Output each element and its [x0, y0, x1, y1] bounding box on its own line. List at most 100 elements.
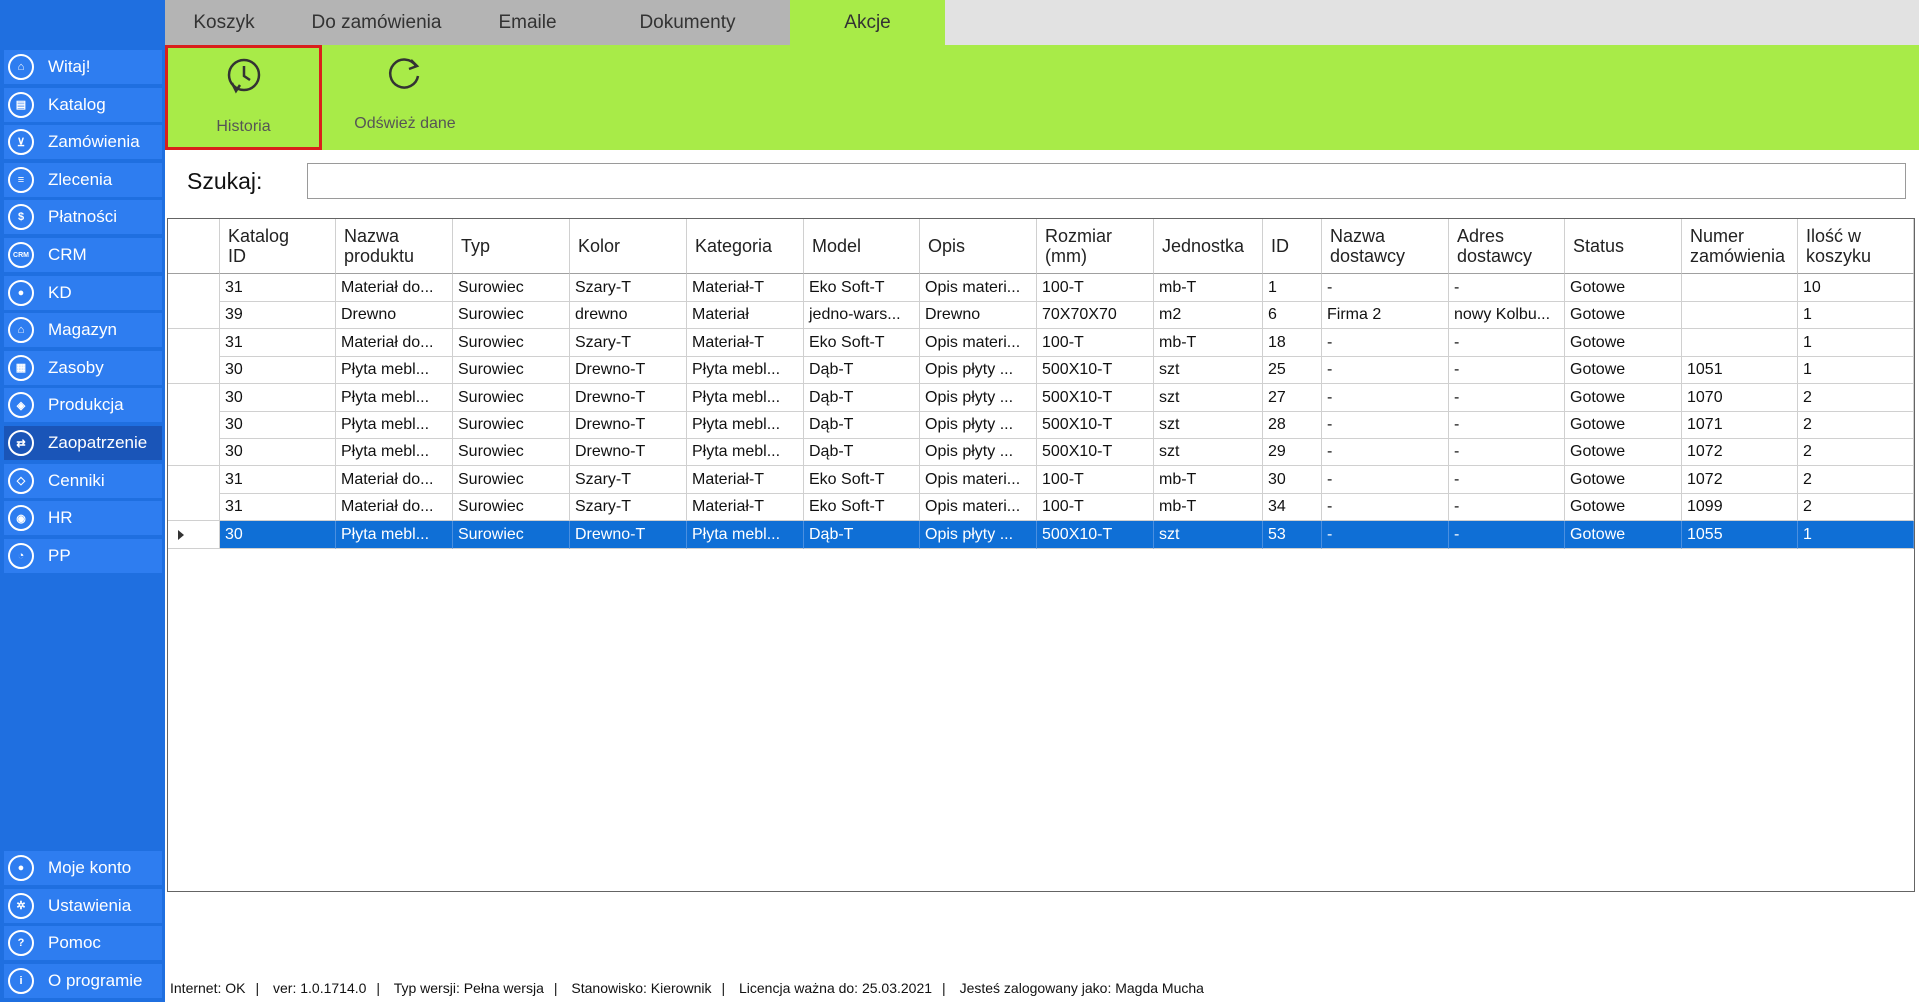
- table-cell[interactable]: 29: [1263, 438, 1322, 467]
- table-cell[interactable]: szt: [1154, 356, 1263, 385]
- row-header[interactable]: [168, 493, 220, 522]
- column-header[interactable]: Rozmiar (mm): [1037, 219, 1154, 274]
- column-header[interactable]: Jednostka: [1154, 219, 1263, 274]
- table-cell[interactable]: -: [1449, 438, 1565, 467]
- tab-emaile[interactable]: Emaile: [470, 0, 585, 45]
- table-cell[interactable]: Dąb-T: [804, 411, 920, 439]
- table-cell[interactable]: 39: [220, 301, 336, 330]
- table-cell[interactable]: Opis materi...: [920, 328, 1037, 357]
- table-cell[interactable]: 1: [1798, 328, 1914, 357]
- historia-button[interactable]: Historia: [165, 45, 322, 150]
- table-cell[interactable]: 31: [220, 328, 336, 357]
- table-cell[interactable]: 1: [1798, 356, 1914, 385]
- tab-koszyk[interactable]: Koszyk: [165, 0, 283, 45]
- table-cell[interactable]: Surowiec: [453, 356, 570, 385]
- table-cell[interactable]: szt: [1154, 520, 1263, 549]
- table-row[interactable]: 31 Materiał do... Surowiec Szary-T Materiał-…: [168, 274, 1914, 302]
- table-cell[interactable]: Dąb-T: [804, 438, 920, 467]
- table-cell[interactable]: mb-T: [1154, 328, 1263, 357]
- sidebar-item-pp[interactable]: ◔ PP: [4, 538, 162, 573]
- table-cell[interactable]: Surowiec: [453, 438, 570, 467]
- table-cell[interactable]: 28: [1263, 411, 1322, 439]
- table-cell[interactable]: -: [1322, 274, 1449, 302]
- table-cell[interactable]: 500X10-T: [1037, 438, 1154, 467]
- table-cell[interactable]: Surowiec: [453, 383, 570, 412]
- odswiez-dane-button[interactable]: Odśwież dane: [330, 45, 480, 150]
- tab-akcje[interactable]: Akcje: [790, 0, 945, 45]
- sidebar-item-gear[interactable]: ✲ Ustawienia: [4, 888, 162, 923]
- table-cell[interactable]: 30: [220, 438, 336, 467]
- table-cell[interactable]: szt: [1154, 438, 1263, 467]
- table-cell[interactable]: Opis materi...: [920, 493, 1037, 522]
- table-cell[interactable]: Gotowe: [1565, 438, 1682, 467]
- column-header[interactable]: Kolor: [570, 219, 687, 274]
- table-cell[interactable]: Opis materi...: [920, 274, 1037, 302]
- column-header[interactable]: Adres dostawcy: [1449, 219, 1565, 274]
- table-cell[interactable]: 100-T: [1037, 493, 1154, 522]
- table-cell[interactable]: Płyta mebl...: [336, 520, 453, 549]
- table-cell[interactable]: Dąb-T: [804, 520, 920, 549]
- sidebar-item-hr[interactable]: ◉ HR: [4, 501, 162, 536]
- table-cell[interactable]: Eko Soft-T: [804, 328, 920, 357]
- table-cell[interactable]: 30: [1263, 465, 1322, 494]
- row-header[interactable]: [168, 383, 220, 412]
- table-cell[interactable]: 6: [1263, 301, 1322, 330]
- sidebar-item-info[interactable]: i O programie: [4, 963, 162, 998]
- column-header[interactable]: Nazwa dostawcy: [1322, 219, 1449, 274]
- sidebar-item-production[interactable]: ◈ Produkcja: [4, 388, 162, 423]
- table-cell[interactable]: -: [1449, 356, 1565, 385]
- table-cell[interactable]: mb-T: [1154, 274, 1263, 302]
- row-header[interactable]: [168, 520, 220, 549]
- table-cell[interactable]: [1682, 328, 1798, 357]
- table-cell[interactable]: Gotowe: [1565, 274, 1682, 302]
- table-cell[interactable]: 1055: [1682, 520, 1798, 549]
- tab-do-zam-wienia[interactable]: Do zamówienia: [283, 0, 470, 45]
- table-cell[interactable]: 1: [1798, 301, 1914, 330]
- table-cell[interactable]: Eko Soft-T: [804, 274, 920, 302]
- table-cell[interactable]: Eko Soft-T: [804, 493, 920, 522]
- column-header[interactable]: Numer zamówienia: [1682, 219, 1798, 274]
- table-cell[interactable]: Szary-T: [570, 465, 687, 494]
- table-cell[interactable]: Dąb-T: [804, 356, 920, 385]
- table-cell[interactable]: Opis płyty ...: [920, 438, 1037, 467]
- table-cell[interactable]: 18: [1263, 328, 1322, 357]
- table-cell[interactable]: Gotowe: [1565, 356, 1682, 385]
- table-cell[interactable]: 1070: [1682, 383, 1798, 412]
- table-cell[interactable]: Szary-T: [570, 328, 687, 357]
- table-cell[interactable]: 30: [220, 411, 336, 439]
- table-cell[interactable]: Materiał: [687, 301, 804, 330]
- table-cell[interactable]: m2: [1154, 301, 1263, 330]
- table-row[interactable]: 30 Płyta mebl... Surowiec Drewno-T Płyta meb…: [168, 411, 1914, 439]
- row-header[interactable]: [168, 301, 220, 330]
- sidebar-item-help[interactable]: ? Pomoc: [4, 926, 162, 961]
- table-cell[interactable]: [1682, 274, 1798, 302]
- table-cell[interactable]: drewno: [570, 301, 687, 330]
- table-cell[interactable]: Płyta mebl...: [687, 411, 804, 439]
- table-cell[interactable]: szt: [1154, 383, 1263, 412]
- table-cell[interactable]: 2: [1798, 493, 1914, 522]
- table-cell[interactable]: Surowiec: [453, 328, 570, 357]
- table-cell[interactable]: 100-T: [1037, 465, 1154, 494]
- sidebar-item-cart[interactable]: ⊻ Zamówienia: [4, 125, 162, 160]
- table-cell[interactable]: 1099: [1682, 493, 1798, 522]
- table-cell[interactable]: Gotowe: [1565, 411, 1682, 439]
- table-cell[interactable]: 1072: [1682, 438, 1798, 467]
- column-header[interactable]: Typ: [453, 219, 570, 274]
- table-cell[interactable]: Firma 2: [1322, 301, 1449, 330]
- table-cell[interactable]: 100-T: [1037, 274, 1154, 302]
- table-cell[interactable]: 70X70X70: [1037, 301, 1154, 330]
- table-cell[interactable]: Gotowe: [1565, 383, 1682, 412]
- table-cell[interactable]: Opis płyty ...: [920, 520, 1037, 549]
- column-header[interactable]: Opis: [920, 219, 1037, 274]
- sidebar-item-account[interactable]: ● Moje konto: [4, 851, 162, 885]
- table-cell[interactable]: 31: [220, 493, 336, 522]
- table-cell[interactable]: Eko Soft-T: [804, 465, 920, 494]
- table-cell[interactable]: Gotowe: [1565, 301, 1682, 330]
- table-cell[interactable]: mb-T: [1154, 465, 1263, 494]
- table-cell[interactable]: Gotowe: [1565, 520, 1682, 549]
- table-cell[interactable]: Materiał do...: [336, 493, 453, 522]
- table-cell[interactable]: -: [1322, 465, 1449, 494]
- tab-dokumenty[interactable]: Dokumenty: [585, 0, 790, 45]
- table-cell[interactable]: Materiał-T: [687, 274, 804, 302]
- table-cell[interactable]: -: [1322, 520, 1449, 549]
